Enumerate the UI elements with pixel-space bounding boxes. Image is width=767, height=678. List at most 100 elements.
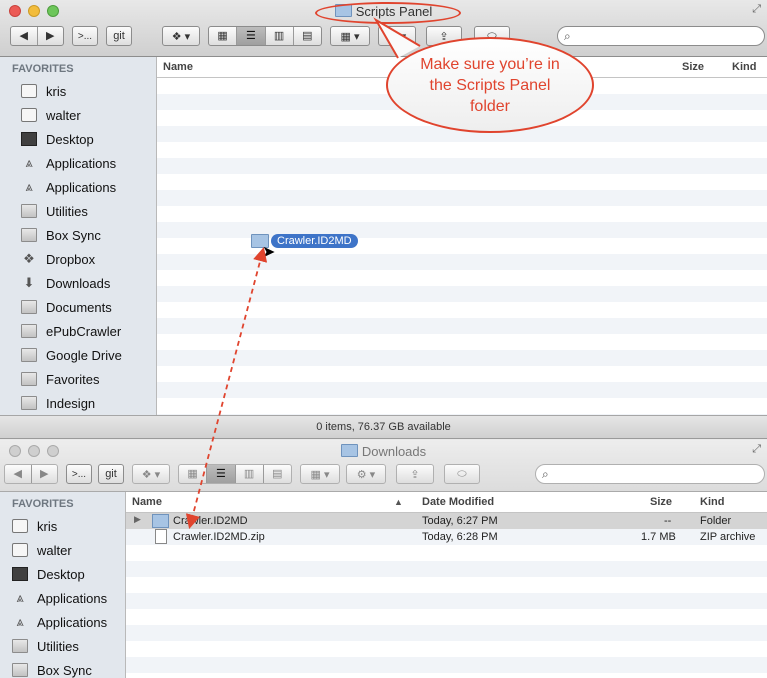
sidebar-item-walter[interactable]: walter (0, 538, 125, 562)
tags-button[interactable]: ⬭ (444, 464, 480, 484)
table-row[interactable]: ▶ Crawler.ID2MD Today, 6:27 PM -- Folder (126, 513, 767, 529)
zip-file-icon (155, 529, 167, 544)
back-forward-buttons[interactable]: ◀ ▶ (10, 26, 64, 46)
folder-icon (21, 396, 37, 410)
sidebar-item-indesign[interactable]: Indesign (0, 391, 156, 415)
dragged-folder-label: Crawler.ID2MD (271, 234, 358, 248)
fullscreen-icon[interactable]: ⤢ (752, 3, 761, 16)
sidebar-item-favorites[interactable]: Favorites (0, 367, 156, 391)
share-button[interactable]: ⇪ (396, 464, 434, 484)
sidebar-item-documents[interactable]: Documents (0, 295, 156, 319)
column-date-header[interactable]: Date Modified (422, 496, 494, 508)
sidebar-item-applications[interactable]: ⩓ Applications (0, 151, 156, 175)
sidebar-item-label: Favorites (46, 371, 100, 387)
window-title: Downloads (0, 444, 767, 459)
sidebar-item-utilities[interactable]: Utilities (0, 199, 156, 223)
list-view-icon[interactable]: ☰ (206, 465, 235, 483)
forward-arrow-icon[interactable]: ▶ (30, 465, 58, 483)
folder-icon (21, 204, 37, 218)
folder-icon (21, 324, 37, 338)
git-button[interactable]: git (98, 464, 124, 484)
sidebar-item-walter[interactable]: walter (0, 103, 156, 127)
title-highlight-ellipse (315, 2, 461, 24)
sidebar-item-label: Indesign (46, 395, 96, 411)
file-size: 1.7 MB (641, 531, 676, 543)
sidebar-item-label: Dropbox (46, 251, 96, 267)
sidebar-item-applications-2[interactable]: ⩓ Applications (0, 610, 125, 634)
icon-view-icon[interactable]: ▦ (209, 27, 236, 45)
fullscreen-icon[interactable]: ⤢ (752, 443, 761, 456)
arrange-menu-button[interactable]: ▦ ▾ (330, 26, 370, 46)
column-size-header[interactable]: Size (682, 61, 704, 73)
mouse-cursor-icon: ➤ (262, 244, 276, 261)
folder-icon (21, 300, 37, 314)
sidebar-item-label: Applications (37, 614, 108, 630)
sidebar-item-box-sync[interactable]: Box Sync (0, 223, 156, 247)
sidebar-item-label: Applications (46, 155, 117, 171)
sidebar-item-label: kris (37, 518, 58, 534)
sidebar-item-box-sync[interactable]: Box Sync (0, 658, 125, 678)
folder-icon (340, 444, 358, 457)
table-row[interactable]: Crawler.ID2MD.zip Today, 6:28 PM 1.7 MB … (126, 529, 767, 545)
file-list[interactable]: Name ▲ Date Modified Size Kind ▶ Crawler… (126, 492, 767, 678)
sidebar: FAVORITES kris walter Desktop ⩓ Applicati… (0, 57, 157, 415)
disk-icon (21, 108, 37, 122)
arrange-menu-button[interactable]: ▦ ▾ (300, 464, 340, 484)
column-name-header[interactable]: Name (132, 496, 162, 508)
dropbox-menu-button[interactable]: ❖ ▾ (132, 464, 170, 484)
column-kind-header[interactable]: Kind (732, 61, 756, 73)
sidebar-item-dropbox[interactable]: ❖ Dropbox (0, 247, 156, 271)
downloads-icon: ⬇ (23, 275, 35, 290)
column-name-header[interactable]: Name (163, 61, 193, 73)
sidebar-item-kris[interactable]: kris (0, 79, 156, 103)
sidebar-item-applications-2[interactable]: ⩓ Applications (0, 175, 156, 199)
sidebar-item-epubcrawler[interactable]: ePubCrawler (0, 319, 156, 343)
search-field[interactable]: ⌕ (557, 26, 765, 46)
sidebar-item-desktop[interactable]: Desktop (0, 562, 125, 586)
coverflow-view-icon[interactable]: ▤ (292, 27, 321, 45)
column-size-header[interactable]: Size (650, 496, 672, 508)
sidebar-item-label: Google Drive (46, 347, 122, 363)
terminal-button[interactable]: >... (72, 26, 98, 46)
sidebar-item-label: Desktop (37, 566, 85, 582)
sort-ascending-icon[interactable]: ▲ (394, 497, 403, 507)
column-view-icon[interactable]: ▥ (264, 27, 293, 45)
folder-icon (152, 514, 169, 528)
window-title-text: Downloads (361, 444, 427, 459)
file-name: Crawler.ID2MD.zip (173, 531, 265, 543)
back-forward-buttons[interactable]: ◀ ▶ (4, 464, 58, 484)
column-kind-header[interactable]: Kind (700, 496, 724, 508)
action-menu-button[interactable]: ⚙ ▾ (346, 464, 386, 484)
sidebar-item-applications[interactable]: ⩓ Applications (0, 586, 125, 610)
title-bar[interactable]: Downloads ⤢ ◀ ▶ >... git ❖ ▾ ▦ ☰ ▥ ▤ ▦ ▾ ⚙ ▾… (0, 440, 767, 492)
git-button[interactable]: git (106, 26, 132, 46)
finder-window-scripts-panel: Scripts Panel ⤢ ◀ ▶ >... git ❖ ▾ ▦ ☰ ▥ ▤ ▦ ▾… (0, 0, 767, 439)
view-mode-selector[interactable]: ▦ ☰ ▥ ▤ (208, 26, 322, 46)
icon-view-icon[interactable]: ▦ (179, 465, 206, 483)
sidebar-item-label: Desktop (46, 131, 94, 147)
coverflow-view-icon[interactable]: ▤ (262, 465, 291, 483)
sidebar-item-utilities[interactable]: Utilities (0, 634, 125, 658)
annotation-callout: Make sure you’re in the Scripts Panel fo… (386, 37, 594, 133)
sidebar-item-downloads[interactable]: ⬇ Downloads (0, 271, 156, 295)
terminal-button[interactable]: >... (66, 464, 92, 484)
dropbox-menu-button[interactable]: ❖ ▾ (162, 26, 200, 46)
action-menu-button[interactable]: ⚙ ▾ (378, 26, 416, 46)
search-icon: ⌕ (542, 467, 549, 481)
disclosure-triangle-icon[interactable]: ▶ (134, 514, 141, 525)
sidebar-item-google-drive[interactable]: Google Drive (0, 343, 156, 367)
folder-icon (12, 663, 28, 677)
sidebar-item-label: kris (46, 83, 67, 99)
applications-icon: ⩓ (16, 590, 24, 605)
view-mode-selector[interactable]: ▦ ☰ ▥ ▤ (178, 464, 292, 484)
column-view-icon[interactable]: ▥ (234, 465, 263, 483)
back-arrow-icon[interactable]: ◀ (11, 27, 37, 45)
forward-arrow-icon[interactable]: ▶ (36, 27, 64, 45)
sidebar-item-label: Utilities (46, 203, 88, 219)
back-arrow-icon[interactable]: ◀ (5, 465, 31, 483)
list-view-icon[interactable]: ☰ (236, 27, 265, 45)
sidebar-item-kris[interactable]: kris (0, 514, 125, 538)
search-field[interactable]: ⌕ (535, 464, 765, 484)
sidebar-heading: FAVORITES (12, 63, 74, 75)
sidebar-item-desktop[interactable]: Desktop (0, 127, 156, 151)
